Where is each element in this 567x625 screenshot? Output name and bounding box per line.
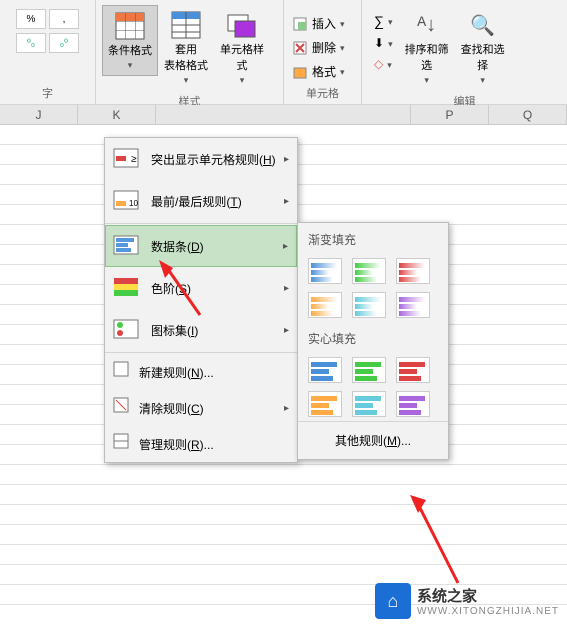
databar-lightblue-gradient[interactable] [352,292,386,318]
fill-icon: ⬇ [374,36,384,50]
fill-button[interactable]: ⬇▾ [372,34,395,52]
insert-button[interactable]: 插入▾ [290,13,347,34]
clear-rules-icon [113,397,129,419]
decrease-decimal-button[interactable]: ₀⁰ [49,33,79,53]
increase-decimal-button[interactable]: ⁰₀ [16,33,46,53]
number-group-label: 字 [6,82,89,104]
highlight-cell-rules-item[interactable]: ≥ 突出显示单元格规则(H)▸ [105,138,297,180]
cell-styles-button[interactable]: 单元格样式 ▾ [214,5,270,90]
databar-orange-gradient[interactable] [308,292,342,318]
databar-blue-solid[interactable] [308,357,342,383]
table-icon [170,9,202,41]
watermark-name: 系统之家 [417,585,559,606]
databar-green-gradient[interactable] [352,258,386,284]
new-rule-item[interactable]: 新建规则(N)... [105,354,297,390]
iconsets-icon [113,319,141,341]
col-header[interactable]: P [411,105,489,124]
format-icon [292,64,308,80]
col-header[interactable]: Q [489,105,567,124]
databar-lightblue-solid[interactable] [352,391,386,417]
databar-purple-gradient[interactable] [396,292,430,318]
format-as-table-button[interactable]: 套用 表格格式 ▾ [158,5,214,90]
sort-filter-button[interactable]: ᴬ↓ 排序和筛选▾ [399,5,455,90]
databar-blue-gradient[interactable] [308,258,342,284]
more-rules-item[interactable]: 其他规则(M)... [298,421,448,459]
sigma-icon: ∑ [374,13,384,29]
insert-icon [292,16,308,32]
clear-icon: ◇ [374,57,383,71]
conditional-formatting-icon [114,10,146,42]
databar-purple-solid[interactable] [396,391,430,417]
databars-icon [113,235,141,257]
watermark-logo-icon: ⌂ [375,583,411,619]
delete-icon [292,40,308,56]
clear-rules-item[interactable]: 清除规则(C)▸ [105,390,297,426]
data-bars-submenu: 渐变填充 实心填充 其他规则(M)... [297,222,449,460]
chevron-down-icon: ▾ [128,60,133,71]
cells-group-label: 单元格 [290,82,355,104]
autosum-button[interactable]: ∑▾ [372,11,395,31]
col-header[interactable]: K [78,105,156,124]
watermark: ⌂ 系统之家 WWW.XITONGZHIJIA.NET [375,583,559,619]
watermark-url: WWW.XITONGZHIJIA.NET [417,606,559,617]
sort-filter-icon: ᴬ↓ [411,9,443,41]
databar-red-gradient[interactable] [396,258,430,284]
col-header[interactable]: J [0,105,78,124]
databar-red-solid[interactable] [396,357,430,383]
cell-styles-icon [226,9,258,41]
find-select-button[interactable]: 🔍 查找和选择▾ [455,5,511,90]
svg-text:10: 10 [129,199,138,208]
gradient-fill-header: 渐变填充 [298,223,448,254]
comma-style-button[interactable]: , [49,9,79,29]
number-format-button[interactable]: % [16,9,46,29]
new-rule-icon [113,361,129,383]
clear-button[interactable]: ◇▾ [372,55,395,73]
ribbon: % , ⁰₀ ₀⁰ 字 条件格式 ▾ 套用 表格格式 [0,0,567,105]
top-bottom-rules-item[interactable]: 10 最前/最后规则(T)▸ [105,180,297,222]
annotation-arrow-2 [408,495,468,585]
solid-fill-header: 实心填充 [298,322,448,353]
annotation-arrow-1 [155,260,205,320]
svg-text:≥: ≥ [131,154,137,165]
databar-orange-solid[interactable] [308,391,342,417]
manage-rules-icon [113,433,129,455]
manage-rules-item[interactable]: 管理规则(R)... [105,426,297,462]
highlight-icon: ≥ [113,148,141,170]
databar-green-solid[interactable] [352,357,386,383]
chevron-down-icon: ▾ [184,75,189,86]
chevron-down-icon: ▾ [240,75,245,86]
delete-button[interactable]: 删除▾ [290,37,347,58]
conditional-formatting-button[interactable]: 条件格式 ▾ [102,5,158,76]
topbottom-icon: 10 [113,190,141,212]
colorscales-icon [113,277,141,299]
column-headers: J K P Q [0,105,567,125]
search-icon: 🔍 [467,9,499,41]
format-button[interactable]: 格式▾ [290,61,347,82]
